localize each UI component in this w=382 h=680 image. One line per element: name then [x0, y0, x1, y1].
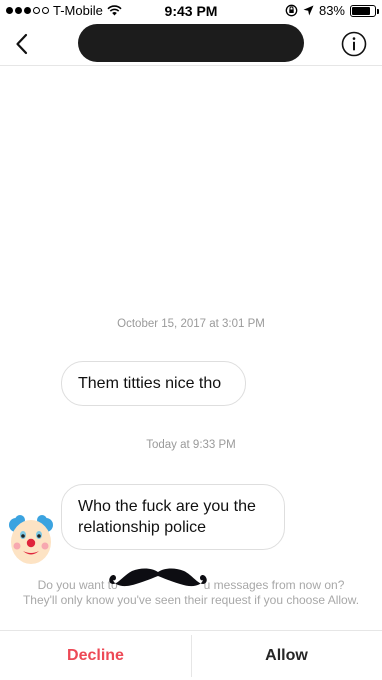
message-timestamp: October 15, 2017 at 3:01 PM	[117, 318, 265, 330]
decline-button[interactable]: Decline	[0, 631, 191, 680]
chevron-left-icon	[16, 33, 28, 55]
orientation-lock-icon	[285, 4, 298, 17]
message-bubble[interactable]: Who the fuck are you the relationship po…	[61, 484, 285, 550]
mustache-icon	[109, 568, 207, 587]
info-icon[interactable]	[341, 31, 367, 57]
message-bubble[interactable]: Them titties nice tho	[61, 361, 246, 406]
status-bar: T-Mobile 9:43 PM 83%	[0, 0, 382, 22]
battery-percent: 83%	[318, 3, 345, 18]
redacted-username	[78, 24, 304, 62]
message-text: Them titties nice tho	[78, 375, 222, 392]
nav-bar	[0, 22, 382, 66]
clown-face-icon[interactable]	[6, 510, 56, 566]
status-right: 83%	[285, 3, 379, 18]
back-button[interactable]	[8, 28, 36, 60]
message-timestamp: Today at 9:33 PM	[146, 439, 236, 451]
battery-icon	[350, 4, 379, 17]
action-bar: Decline Allow	[0, 630, 382, 680]
location-icon	[303, 5, 314, 16]
request-note-line: They'll only know you've seen their requ…	[22, 593, 360, 607]
message-text-line: relationship police	[78, 519, 207, 536]
message-text-line: Who the fuck are you the	[78, 498, 256, 515]
allow-button[interactable]: Allow	[191, 631, 382, 680]
